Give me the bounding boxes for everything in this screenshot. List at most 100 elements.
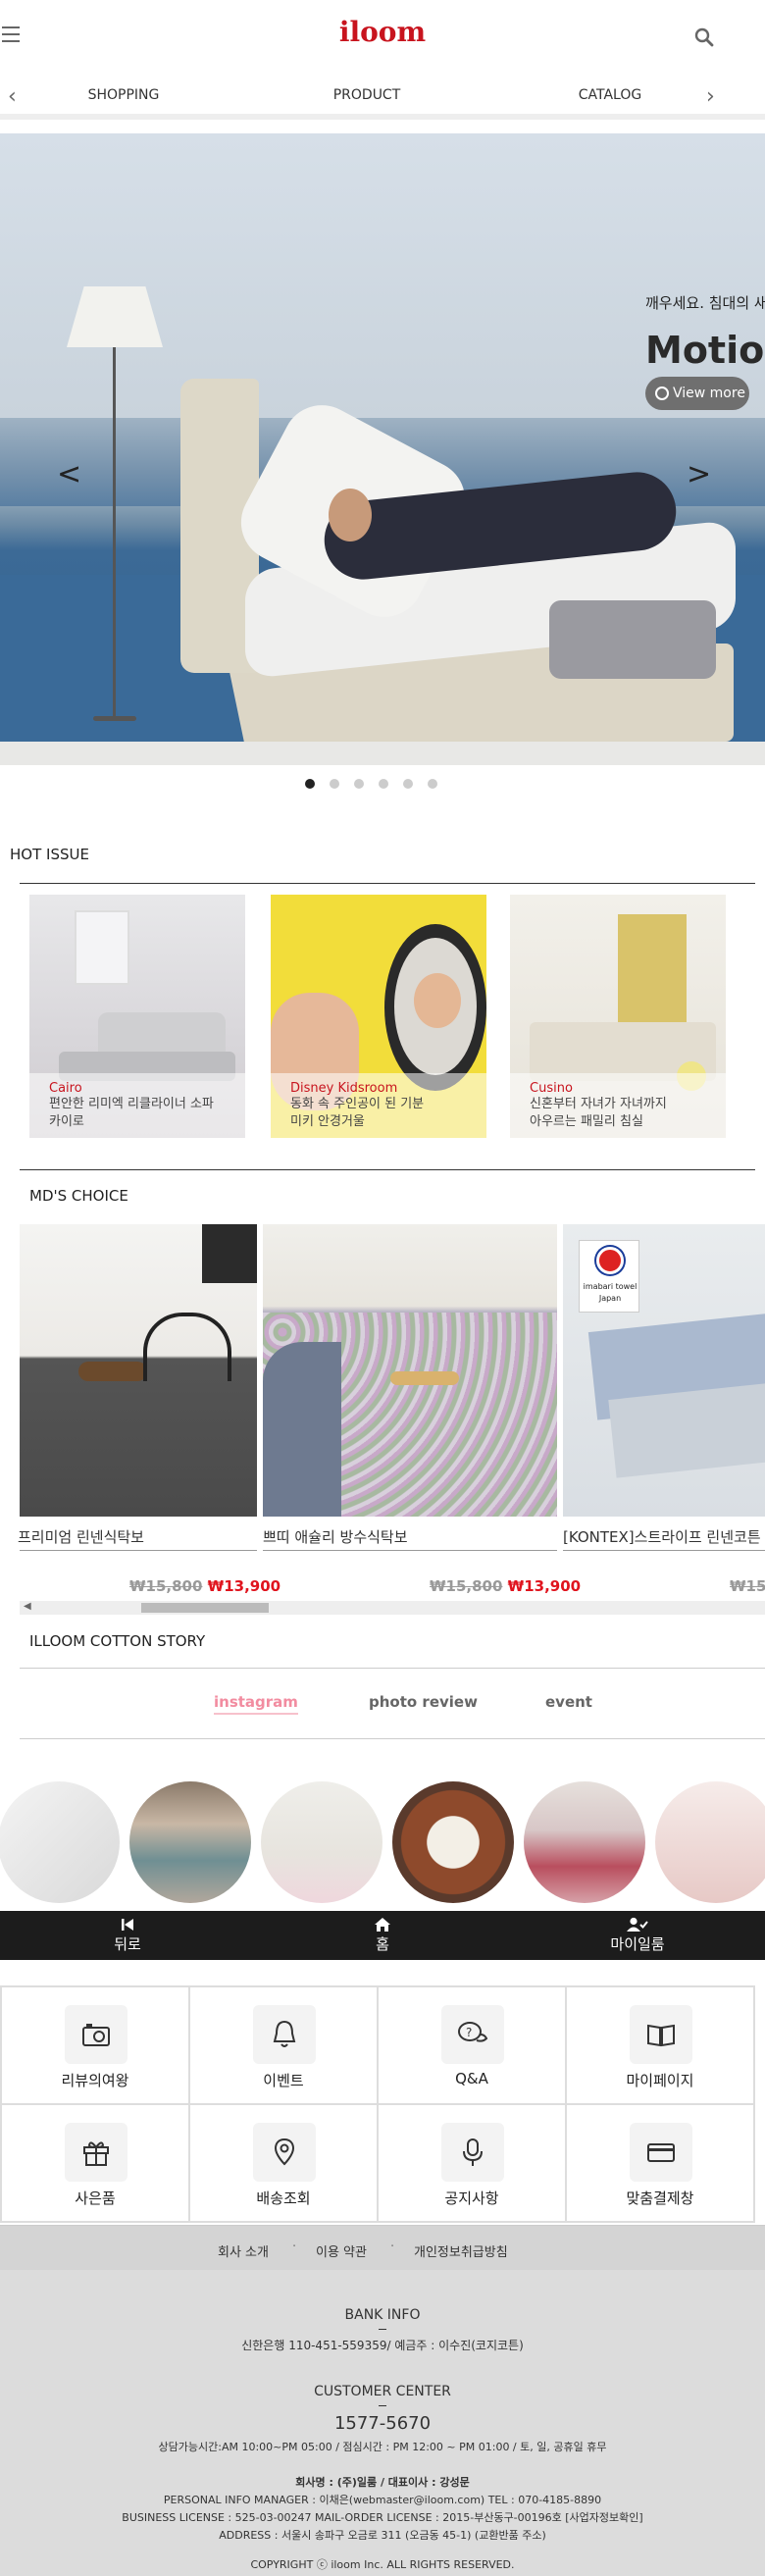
customer-phone[interactable]: 1577-5670 <box>0 2413 765 2434</box>
md-choice-title: MD'S CHOICE <box>29 1187 128 1205</box>
quick-gift[interactable]: 사은품 <box>2 2105 190 2223</box>
user-check-icon <box>627 1917 648 1932</box>
my-iloom-button[interactable]: 마이일룸 <box>588 1911 687 1960</box>
camera-icon <box>82 2024 110 2046</box>
brand-badge: imabari towel Japan <box>579 1240 639 1313</box>
separator: · <box>390 2240 395 2254</box>
customer-hours: 상담가능시간:AM 10:00~PM 05:00 / 점심시간 : PM 12:… <box>158 2441 607 2453</box>
old-price: ₩15,800 <box>430 1577 503 1595</box>
link-terms[interactable]: 이용 약관 <box>316 2241 367 2260</box>
instagram-photo[interactable] <box>524 1781 645 1903</box>
card-caption: Cairo 편안한 리미엑 리클라이너 소파 카이로 <box>29 1073 245 1138</box>
hero-copy: 깨우세요. 침대의 새 Motion <box>645 292 765 372</box>
bank-info-title: BANK INFO <box>344 2307 421 2323</box>
quick-custom-payment[interactable]: 맞춤결제창 <box>567 2105 755 2223</box>
slide-dot[interactable] <box>403 779 413 789</box>
nav-next-arrow[interactable]: › <box>706 84 715 109</box>
nav-prev-arrow[interactable]: ‹ <box>8 84 17 109</box>
footer-links: 회사 소개 · 이용 약관 · 개인정보취급방침 <box>0 2225 765 2270</box>
quick-notice[interactable]: 공지사항 <box>379 2105 567 2223</box>
hero-prev-arrow[interactable]: < <box>57 457 81 491</box>
hot-issue-card[interactable]: Cairo 편안한 리미엑 리클라이너 소파 카이로 <box>29 895 245 1138</box>
quick-qna[interactable]: ? Q&A <box>379 1987 567 2105</box>
horizontal-scrollbar[interactable]: ◀ <box>20 1601 765 1615</box>
instagram-photo[interactable] <box>261 1781 382 1903</box>
wall-art <box>75 910 129 985</box>
product-image[interactable] <box>263 1224 557 1517</box>
back-button[interactable]: 뒤로 <box>88 1911 167 1960</box>
bottom-nav: 뒤로 홈 마이일룸 <box>0 1911 765 1960</box>
product-name[interactable]: [KONTEX]스트라이프 린넨코튼 <box>563 1526 761 1547</box>
hero-banner[interactable] <box>0 133 765 765</box>
view-more-button[interactable]: View more <box>645 377 749 410</box>
company-info: 회사명 : (주)일룸 / 대표이사 : 강성문 <box>295 2476 470 2489</box>
gift-icon <box>83 2141 109 2166</box>
logo[interactable]: iloom <box>0 16 765 48</box>
icon-box <box>630 2123 692 2182</box>
hero-next-arrow[interactable]: > <box>687 457 711 491</box>
my-iloom-label: 마이일룸 <box>610 1935 665 1953</box>
cake-image <box>78 1362 147 1381</box>
product-name[interactable]: 쁘띠 애슐리 방수식탁보 <box>263 1526 408 1547</box>
card-desc: 편안한 리미엑 리클라이너 소파 <box>49 1097 214 1111</box>
instagram-photo[interactable] <box>129 1781 251 1903</box>
tab-event[interactable]: event <box>545 1693 592 1711</box>
md-product-strip[interactable]: imabari towel Japan <box>0 1224 765 1519</box>
circle-icon <box>655 386 669 400</box>
address-info: ADDRESS : 서울시 송파구 오금로 311 (오금동 45-1) (교환… <box>219 2529 546 2542</box>
divider <box>20 883 755 884</box>
home-button[interactable]: 홈 <box>343 1911 422 1960</box>
towel-image <box>608 1382 765 1478</box>
product-price: ₩15,800 ₩13,900 <box>129 1577 280 1595</box>
back-label: 뒤로 <box>114 1935 141 1953</box>
product-name[interactable]: 프리미엄 린넨식탁보 <box>18 1526 144 1547</box>
back-icon <box>122 1919 133 1931</box>
quick-my-page[interactable]: 마이페이지 <box>567 1987 755 2105</box>
card-desc: 동화 속 주인공이 된 기분 <box>290 1097 425 1111</box>
view-more-label: View more <box>673 386 745 401</box>
sale-price: ₩13,900 <box>507 1577 582 1595</box>
hot-issue-card[interactable]: Cusino 신혼부터 자녀가 자녀까지 아우르는 패밀리 침실 <box>510 895 726 1138</box>
tab-catalog[interactable]: CATALOG <box>532 87 688 103</box>
privacy-manager-info: PERSONAL INFO MANAGER : 이채은(webmaster@il… <box>163 2494 602 2506</box>
slide-dot[interactable] <box>379 779 388 789</box>
quick-label: 마이페이지 <box>626 2072 694 2089</box>
product-price: ₩15, <box>730 1577 765 1595</box>
product-price: ₩15,800 ₩13,900 <box>430 1577 581 1595</box>
business-license-info: BUSINESS LICENSE : 525-03-00247 MAIL-ORD… <box>122 2511 643 2524</box>
brand-text: Japan <box>598 1294 622 1303</box>
instagram-photo[interactable] <box>392 1781 514 1903</box>
bread-image <box>390 1371 459 1385</box>
cotton-story-title: ILLOOM COTTON STORY <box>29 1632 206 1650</box>
microphone-icon <box>463 2138 483 2166</box>
quick-delivery-tracking[interactable]: 배송조회 <box>190 2105 379 2223</box>
hero-title: Motion <box>645 329 765 372</box>
search-icon[interactable] <box>694 27 714 47</box>
instagram-photo[interactable] <box>655 1781 765 1903</box>
tab-product[interactable]: PRODUCT <box>288 87 445 103</box>
slide-dot[interactable] <box>330 779 339 789</box>
tab-instagram[interactable]: instagram <box>214 1693 298 1715</box>
quick-review-queen[interactable]: 리뷰의여왕 <box>2 1987 190 2105</box>
tab-shopping[interactable]: SHOPPING <box>45 87 202 103</box>
link-privacy[interactable]: 개인정보취급방침 <box>414 2241 508 2260</box>
link-company-intro[interactable]: 회사 소개 <box>218 2241 269 2260</box>
slide-dot[interactable] <box>354 779 364 789</box>
instagram-photo[interactable] <box>0 1781 120 1903</box>
slide-dot[interactable] <box>428 779 437 789</box>
slide-dot[interactable] <box>305 779 315 789</box>
hot-issue-card[interactable]: Disney Kidsroom 동화 속 주인공이 된 기분 미키 안경거울 <box>271 895 486 1138</box>
old-price: ₩15,800 <box>129 1577 203 1595</box>
credit-card-icon <box>647 2143 675 2162</box>
quick-menu-grid: 리뷰의여왕 이벤트 ? Q&A 마이페이지 사은품 배송조회 공지사항 맞춤결제… <box>0 1985 755 2223</box>
scrollbar-thumb[interactable] <box>141 1603 269 1613</box>
person-image <box>263 1342 341 1517</box>
wall-frame <box>202 1224 257 1283</box>
category-nav: ‹ SHOPPING PRODUCT CATALOG › <box>0 71 765 120</box>
product-image[interactable] <box>20 1224 257 1517</box>
quick-event[interactable]: 이벤트 <box>190 1987 379 2105</box>
icon-box <box>65 2123 128 2182</box>
tab-photo-review[interactable]: photo review <box>369 1693 478 1711</box>
scroll-left-icon[interactable]: ◀ <box>24 1601 31 1612</box>
product-image[interactable]: imabari towel Japan <box>563 1224 765 1517</box>
